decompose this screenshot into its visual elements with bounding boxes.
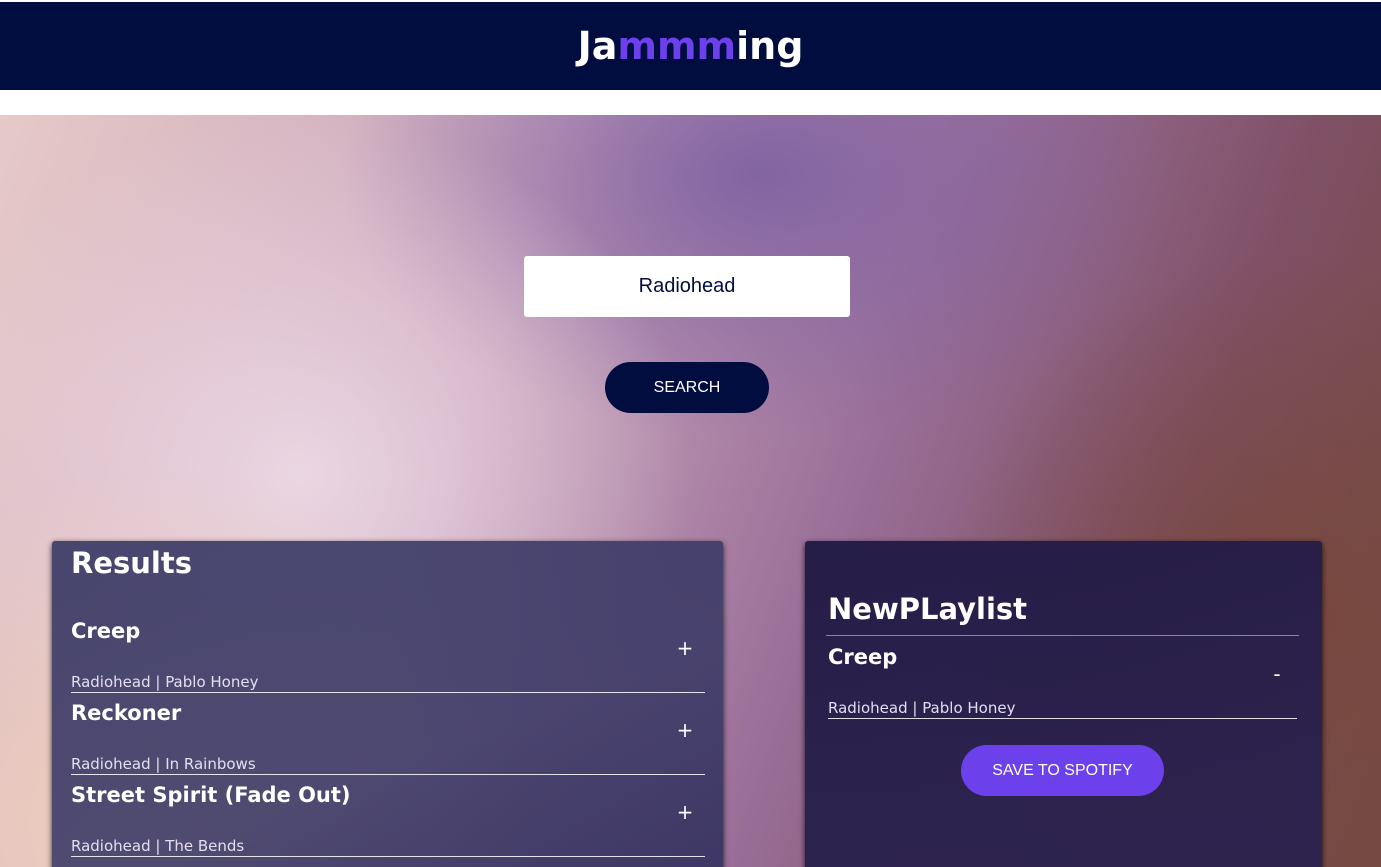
remove-track-button[interactable]: - [1267, 661, 1287, 687]
results-title: Results [71, 546, 192, 580]
track-info: Radiohead | Pablo Honey [828, 699, 1016, 717]
add-track-button[interactable]: + [675, 717, 695, 743]
track-name: Street Spirit (Fade Out) [71, 783, 351, 807]
playlist-title[interactable]: NewPLaylist [828, 592, 1027, 626]
result-track-item: Street Spirit (Fade Out) Radiohead | The… [71, 775, 705, 857]
playlist-title-container: NewPLaylist [826, 592, 1299, 636]
logo-prefix: Ja [577, 24, 618, 68]
search-button[interactable]: SEARCH [605, 362, 769, 413]
track-name: Creep [828, 645, 898, 669]
results-panel: Results Creep Radiohead | Pablo Honey + … [52, 541, 723, 867]
add-track-button[interactable]: + [675, 635, 695, 661]
playlist-panel: NewPLaylist Creep Radiohead | Pablo Hone… [805, 541, 1322, 867]
track-name: Reckoner [71, 701, 182, 725]
app-logo: Jammming [578, 24, 804, 68]
result-track-item: Reckoner Radiohead | In Rainbows + [71, 693, 705, 775]
app-background: SEARCH Results Creep Radiohead | Pablo H… [0, 115, 1381, 867]
track-info: Radiohead | The Bends [71, 837, 245, 855]
logo-suffix: ing [736, 24, 804, 68]
playlist-track-item: Creep Radiohead | Pablo Honey - [828, 637, 1297, 719]
logo-accent: mmm [617, 24, 737, 68]
result-track-item: Creep Radiohead | Pablo Honey + [71, 611, 705, 693]
app-header: Jammming [0, 2, 1381, 90]
track-name: Creep [71, 619, 141, 643]
search-input[interactable] [524, 256, 850, 317]
add-track-button[interactable]: + [675, 799, 695, 825]
track-info: Radiohead | Pablo Honey [71, 673, 259, 691]
track-info: Radiohead | In Rainbows [71, 755, 256, 773]
save-to-spotify-button[interactable]: SAVE TO SPOTIFY [961, 745, 1164, 796]
